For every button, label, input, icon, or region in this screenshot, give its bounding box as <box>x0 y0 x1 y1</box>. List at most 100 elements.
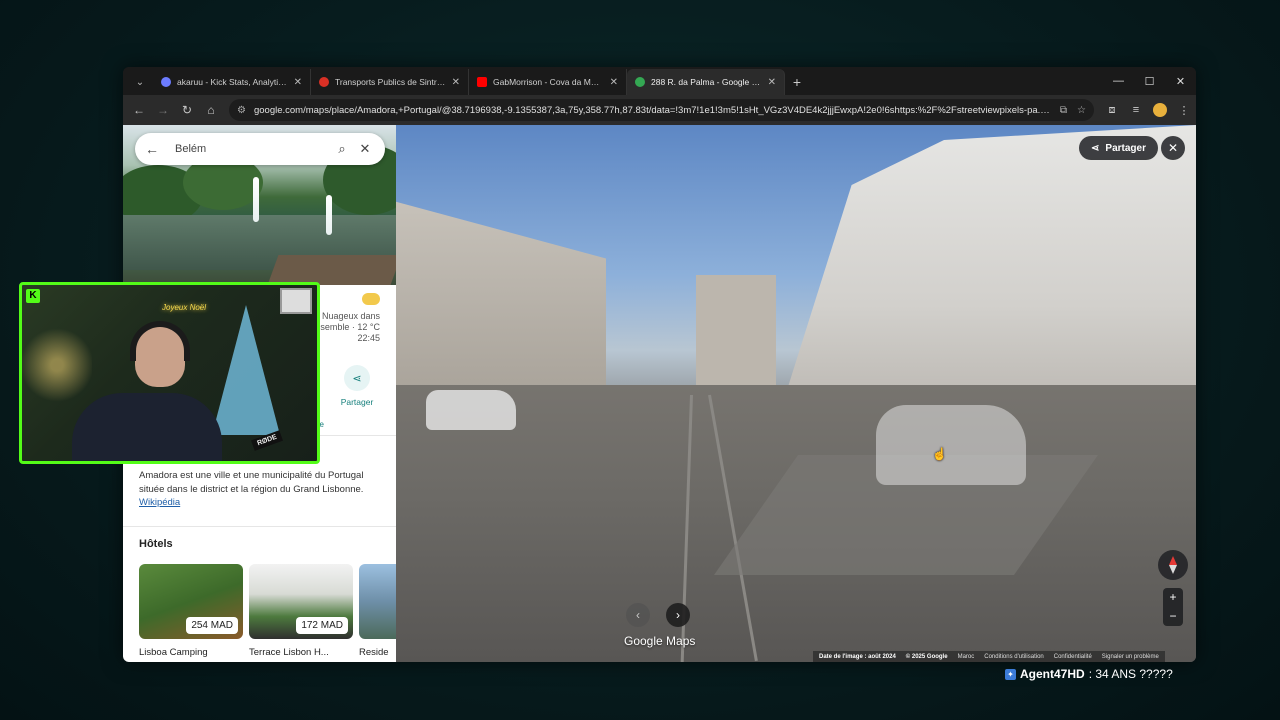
google-maps-logo: Google Maps <box>624 634 696 648</box>
region-link[interactable]: Maroc <box>958 654 975 660</box>
wall-picture <box>280 288 312 314</box>
chat-badge-icon: ✦ <box>1005 668 1016 680</box>
youtube-favicon-icon <box>477 77 487 87</box>
kebab-menu-icon[interactable]: ⋮ <box>1172 98 1196 122</box>
share-place-button[interactable]: ⋖ Partager <box>337 365 377 407</box>
building-far <box>696 275 776 395</box>
privacy-link[interactable]: Confidentialité <box>1054 654 1092 660</box>
street-view-canvas[interactable]: ⋖ Partager ✕ ☝ ‹ › Google Maps + − Date … <box>396 125 1196 662</box>
clear-search-icon[interactable]: ✕ <box>355 141 375 157</box>
copyright: © 2025 Google <box>905 653 948 660</box>
image-date: Date de l'image : août 2024 <box>819 653 896 660</box>
extensions-icon[interactable]: ⧈ <box>1100 98 1124 122</box>
tab-youtube[interactable]: GabMorrison - Cova da Moura ✕ <box>469 69 627 95</box>
kick-logo-icon: K <box>26 289 40 303</box>
chat-username: Agent47HD <box>1020 667 1085 681</box>
previous-photo-icon[interactable]: ‹ <box>626 603 650 627</box>
zoom-out-icon[interactable]: − <box>1163 607 1183 626</box>
tab-title: akaruu - Kick Stats, Analytics an <box>177 77 288 87</box>
minimize-icon[interactable]: — <box>1103 67 1134 95</box>
weather-temperature: semble · 12 °C <box>320 322 380 332</box>
headphones-icon <box>130 321 190 361</box>
divider <box>123 526 396 527</box>
profile-avatar[interactable] <box>1153 103 1167 117</box>
tab-title: 288 R. da Palma - Google Maps <box>651 77 762 87</box>
tab-transports[interactable]: Transports Publics de Sintra, Po ✕ <box>311 69 469 95</box>
share-icon: ⋖ <box>344 365 370 391</box>
url-text: google.com/maps/place/Amadora,+Portugal/… <box>253 104 1050 116</box>
streamer-body <box>72 393 222 461</box>
streamer-webcam: Joyeux Noël RØDE K <box>19 282 320 464</box>
tab-title: Transports Publics de Sintra, Po <box>335 77 446 87</box>
browser-toolbar: ← → ↻ ⌂ ⚙ google.com/maps/place/Amadora,… <box>123 95 1196 125</box>
street-view-footer: Date de l'image : août 2024 © 2025 Googl… <box>813 651 1165 662</box>
tab-search-icon[interactable]: ⌄ <box>127 69 153 95</box>
hotel-photo <box>359 564 396 639</box>
cloudy-weather-icon <box>362 293 380 305</box>
hotel-name: Lisboa Camping <box>139 647 208 658</box>
site-info-icon[interactable]: ⚙ <box>237 105 246 116</box>
next-photo-icon[interactable]: › <box>666 603 690 627</box>
close-tab-icon[interactable]: ✕ <box>610 77 618 88</box>
zoom-in-icon[interactable]: + <box>1163 588 1183 607</box>
hotel-name: Reside <box>359 647 389 658</box>
christmas-tree <box>212 305 280 435</box>
close-window-icon[interactable]: ✕ <box>1165 67 1196 95</box>
reload-icon[interactable]: ↻ <box>175 98 199 122</box>
hotel-card[interactable]: Reside <box>359 564 396 658</box>
hotel-photo: 172 MAD <box>249 564 353 639</box>
window-controls: — ☐ ✕ <box>1103 67 1196 95</box>
new-tab-button[interactable]: + <box>785 69 809 95</box>
fountain-shape <box>253 177 259 222</box>
share-label: Partager <box>340 397 374 407</box>
install-app-icon[interactable]: ⧉ <box>1060 105 1067 116</box>
close-tab-icon[interactable]: ✕ <box>294 77 302 88</box>
zoom-control: + − <box>1163 588 1183 626</box>
building-right <box>776 125 1196 425</box>
tab-strip: ⌄ akaruu - Kick Stats, Analytics an ✕ Tr… <box>123 67 1196 95</box>
wikipedia-link[interactable]: Wikipédia <box>139 497 180 508</box>
close-tab-icon[interactable]: ✕ <box>768 77 776 88</box>
close-street-view-icon[interactable]: ✕ <box>1161 136 1185 160</box>
maximize-icon[interactable]: ☐ <box>1134 67 1165 95</box>
forward-icon[interactable]: → <box>151 98 175 122</box>
chat-text: : 34 ANS ????? <box>1088 667 1173 681</box>
parked-car <box>426 390 516 430</box>
tab-google-maps[interactable]: 288 R. da Palma - Google Maps ✕ <box>627 69 785 95</box>
home-icon[interactable]: ⌂ <box>199 98 223 122</box>
hotel-photo: 254 MAD <box>139 564 243 639</box>
hotel-price: 172 MAD <box>296 617 348 634</box>
compass-icon[interactable] <box>1158 550 1188 580</box>
terms-link[interactable]: Conditions d'utilisation <box>984 654 1044 660</box>
google-maps-favicon-icon <box>635 77 645 87</box>
place-description: Amadora est une ville et une municipalit… <box>139 469 384 510</box>
report-problem-link[interactable]: Signaler un problème <box>1102 654 1159 660</box>
compass-needle-north <box>1169 556 1177 565</box>
street-view-share-button[interactable]: ⋖ Partager <box>1079 136 1158 160</box>
back-icon[interactable]: ← <box>127 98 151 122</box>
kick-stats-favicon-icon <box>161 77 171 87</box>
close-tab-icon[interactable]: ✕ <box>452 77 460 88</box>
weather-time: 22:45 <box>357 333 380 343</box>
search-input[interactable] <box>175 143 329 155</box>
fairy-lights <box>22 315 92 415</box>
compass-needle-south <box>1169 565 1177 574</box>
hotel-card[interactable]: 172 MAD Terrace Lisbon H... <box>249 564 353 658</box>
weather-condition: Nuageux dans <box>321 311 380 321</box>
deck-shape <box>267 255 396 285</box>
hotel-card[interactable]: 254 MAD Lisboa Camping <box>139 564 243 658</box>
weather-widget: Nuageux dans semble · 12 °C 22:45 <box>319 293 396 344</box>
back-arrow-icon[interactable]: ← <box>145 141 165 157</box>
search-icon[interactable]: ⌕ <box>329 141 355 157</box>
transports-favicon-icon <box>319 77 329 87</box>
share-label: Partager <box>1105 142 1146 154</box>
hotel-price: 254 MAD <box>186 617 238 634</box>
hotel-name: Terrace Lisbon H... <box>249 647 329 658</box>
tab-kick-stats[interactable]: akaruu - Kick Stats, Analytics an ✕ <box>153 69 311 95</box>
address-bar[interactable]: ⚙ google.com/maps/place/Amadora,+Portuga… <box>229 99 1094 121</box>
maps-search-box: ← ⌕ ✕ <box>135 133 385 165</box>
ghost-car <box>876 405 1026 485</box>
bookmark-star-icon[interactable]: ☆ <box>1077 105 1086 116</box>
media-controls-icon[interactable]: ≡ <box>1124 98 1148 122</box>
building-left <box>396 201 606 395</box>
